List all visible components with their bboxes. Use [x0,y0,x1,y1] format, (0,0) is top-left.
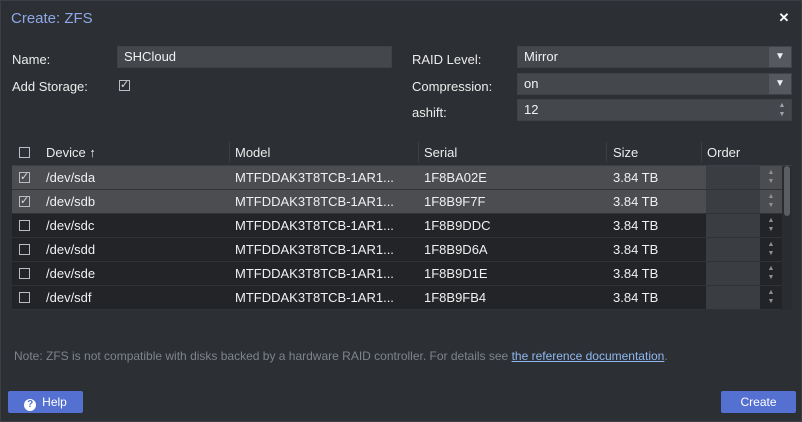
column-separator [701,142,702,162]
device-cell: /dev/sdc [46,218,95,233]
chevron-down-icon[interactable]: ▼ [769,47,791,67]
column-separator [606,142,607,162]
grid-header: Device ↑ Model Serial Size Order [12,138,792,166]
name-label: Name: [12,52,51,67]
name-input[interactable]: SHCloud [117,46,392,68]
row-checkbox[interactable] [19,292,30,303]
spinner-arrows-icon[interactable]: ▲ ▼ [764,264,778,284]
raid-level-value: Mirror [524,49,558,64]
order-input[interactable] [706,262,760,285]
reference-documentation-link[interactable]: the reference documentation [512,349,665,363]
add-storage-label: Add Storage: [12,79,88,94]
create-button-label: Create [740,395,777,409]
scrollbar-thumb[interactable] [784,166,790,216]
table-row[interactable]: /dev/sdd MTFDDAK3T8TCB-1AR1... 1F8B9D6A … [12,238,782,262]
size-cell: 3.84 TB [613,170,659,185]
spinner-arrows-icon[interactable]: ▲ ▼ [764,192,778,212]
chevron-down-icon[interactable]: ▼ [769,74,791,94]
row-checkbox[interactable]: ✓ [19,172,30,183]
device-cell: /dev/sde [46,266,96,281]
row-checkbox[interactable] [19,268,30,279]
zfs-note: Note: ZFS is not compatible with disks b… [14,349,668,363]
add-storage-checkbox[interactable]: ✓ [119,80,130,91]
row-checkbox[interactable] [19,244,30,255]
size-cell: 3.84 TB [613,266,659,281]
compression-select[interactable]: on ▼ [517,73,792,95]
order-input[interactable] [706,214,760,237]
column-size[interactable]: Size [613,145,638,160]
help-icon: ? [24,399,37,411]
size-cell: 3.84 TB [613,194,659,209]
serial-cell: 1F8BA02E [424,170,487,185]
table-row[interactable]: ✓ /dev/sdb MTFDDAK3T8TCB-1AR1... 1F8B9F7… [12,190,782,214]
column-model[interactable]: Model [235,145,270,160]
disk-grid: Device ↑ Model Serial Size Order ✓ /dev/… [12,138,792,310]
spinner-arrows-icon[interactable]: ▲ ▼ [764,168,778,188]
grid-scrollbar[interactable] [782,166,792,310]
model-cell: MTFDDAK3T8TCB-1AR1... [235,194,394,209]
ashift-label: ashift: [412,105,447,120]
spinner-arrows-icon[interactable]: ▲ ▼ [764,288,778,308]
spinner-arrows-icon[interactable]: ▲ ▼ [773,100,791,121]
order-input[interactable] [706,238,760,261]
note-suffix: . [664,349,668,363]
create-button[interactable]: Create [721,391,796,413]
note-text: Note: ZFS is not compatible with disks b… [14,349,512,363]
order-input[interactable] [706,286,760,309]
size-cell: 3.84 TB [613,242,659,257]
column-order[interactable]: Order [707,145,740,160]
model-cell: MTFDDAK3T8TCB-1AR1... [235,170,394,185]
serial-cell: 1F8B9F7F [424,194,486,209]
serial-cell: 1F8B9FB4 [424,290,487,305]
help-button[interactable]: ? Help [8,391,83,413]
column-separator [418,142,419,162]
raid-level-select[interactable]: Mirror ▼ [517,46,792,68]
table-row[interactable]: ✓ /dev/sda MTFDDAK3T8TCB-1AR1... 1F8BA02… [12,166,782,190]
spinner-arrows-icon[interactable]: ▲ ▼ [764,216,778,236]
table-row[interactable]: /dev/sde MTFDDAK3T8TCB-1AR1... 1F8B9D1E … [12,262,782,286]
model-cell: MTFDDAK3T8TCB-1AR1... [235,218,394,233]
table-row[interactable]: /dev/sdf MTFDDAK3T8TCB-1AR1... 1F8B9FB4 … [12,286,782,310]
compression-label: Compression: [412,79,493,94]
size-cell: 3.84 TB [613,218,659,233]
row-checkbox[interactable]: ✓ [19,196,30,207]
device-cell: /dev/sdd [46,242,96,257]
model-cell: MTFDDAK3T8TCB-1AR1... [235,242,394,257]
serial-cell: 1F8B9DDC [424,218,491,233]
order-input[interactable] [706,190,760,213]
dialog-title: Create: ZFS [11,10,93,27]
size-cell: 3.84 TB [613,290,659,305]
help-button-label: Help [42,395,67,409]
device-cell: /dev/sda [46,170,96,185]
close-icon[interactable]: ✕ [777,11,791,25]
ashift-spinner[interactable]: 12 ▲ ▼ [517,99,792,121]
spinner-arrows-icon[interactable]: ▲ ▼ [764,240,778,260]
model-cell: MTFDDAK3T8TCB-1AR1... [235,266,394,281]
model-cell: MTFDDAK3T8TCB-1AR1... [235,290,394,305]
row-checkbox[interactable] [19,220,30,231]
select-all-checkbox[interactable] [19,147,30,158]
name-value: SHCloud [124,49,177,64]
column-serial[interactable]: Serial [424,145,457,160]
table-row[interactable]: /dev/sdc MTFDDAK3T8TCB-1AR1... 1F8B9DDC … [12,214,782,238]
dialog-titlebar: Create: ZFS ✕ [1,1,801,35]
column-device[interactable]: Device ↑ [46,145,96,160]
serial-cell: 1F8B9D6A [424,242,488,257]
column-separator [229,142,230,162]
create-zfs-dialog: Create: ZFS ✕ Name: SHCloud Add Storage:… [0,0,802,422]
raid-level-label: RAID Level: [412,52,482,67]
compression-value: on [524,76,539,91]
device-cell: /dev/sdb [46,194,96,209]
device-cell: /dev/sdf [46,290,92,305]
serial-cell: 1F8B9D1E [424,266,488,281]
order-input[interactable] [706,166,760,189]
ashift-value: 12 [524,102,539,117]
